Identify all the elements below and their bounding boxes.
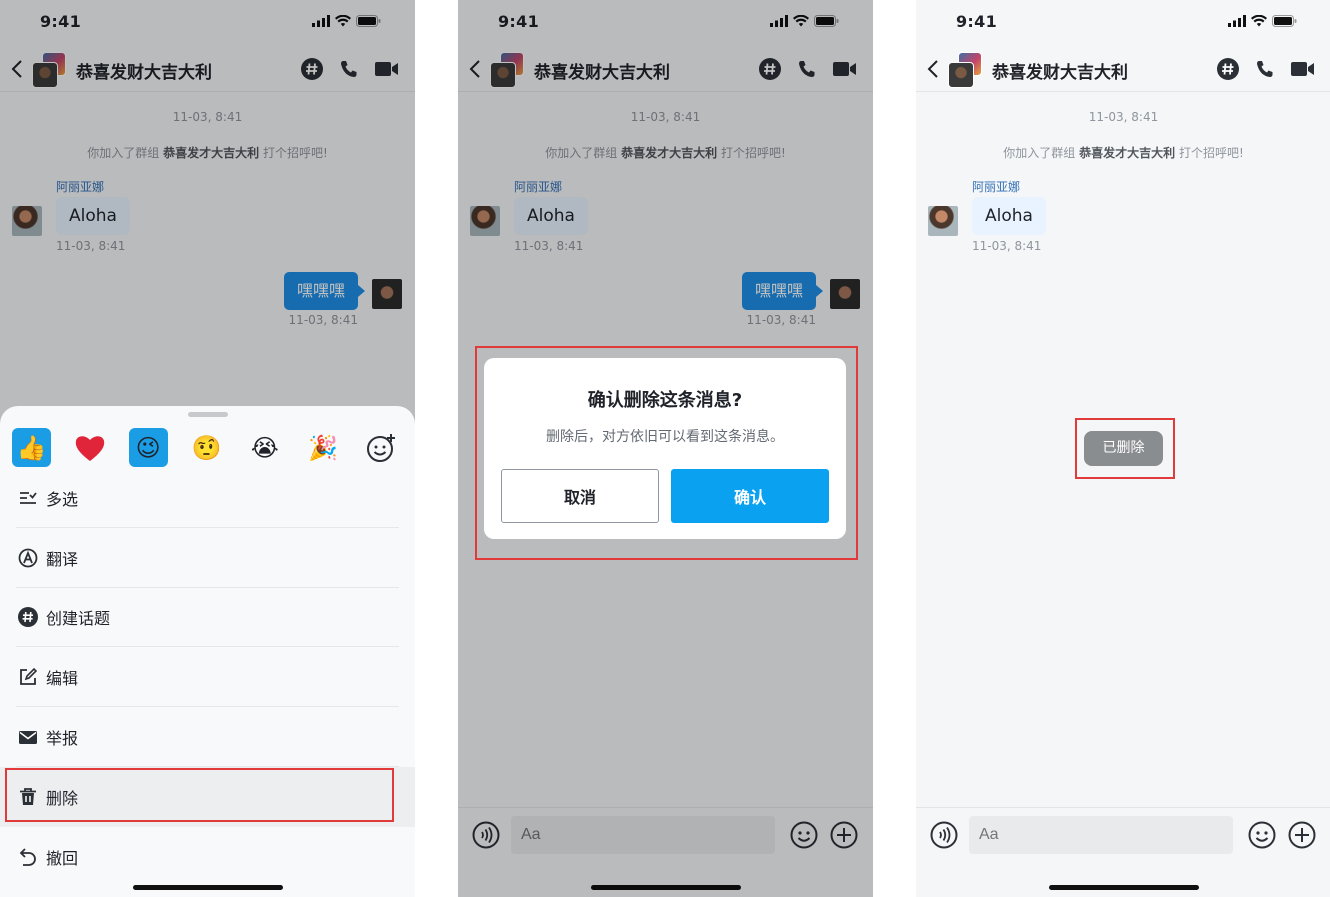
screen-delete-confirm: 9:41 恭喜发财大吉大利 11-03, 8:41 你加入了群组 恭喜发才大吉大… bbox=[458, 0, 873, 897]
screen-message-actions: 9:41 恭喜发财大吉大利 11-03, 8:41 你加入了群组 恭喜发才大吉大… bbox=[0, 0, 415, 897]
timestamp: 11-03, 8:41 bbox=[1088, 110, 1159, 124]
menu-item-edit[interactable]: 编辑 bbox=[0, 647, 415, 708]
home-indicator bbox=[133, 885, 283, 890]
incoming-message[interactable]: Aloha bbox=[972, 197, 1046, 235]
reaction-bar: 👍 😉 🤨 😭 🎉 bbox=[12, 428, 401, 467]
menu-item-create-topic[interactable]: 创建话题 bbox=[0, 588, 415, 648]
multiselect-icon bbox=[20, 491, 37, 504]
raised-eyebrow-face-icon[interactable]: 🤨 bbox=[187, 428, 226, 467]
message-input[interactable] bbox=[969, 816, 1233, 854]
crying-face-icon[interactable]: 😭 bbox=[245, 428, 284, 467]
message-time: 11-03, 8:41 bbox=[972, 239, 1042, 253]
party-popper-icon[interactable]: 🎉 bbox=[304, 428, 343, 467]
group-title[interactable]: 恭喜发财大吉大利 bbox=[992, 58, 1128, 83]
add-reaction-icon[interactable] bbox=[362, 428, 401, 467]
voice-icon[interactable] bbox=[930, 821, 958, 849]
wifi-icon bbox=[1251, 15, 1267, 27]
thumbs-up-icon[interactable]: 👍 bbox=[12, 428, 51, 467]
status-time: 9:41 bbox=[956, 12, 997, 31]
avatar[interactable] bbox=[928, 206, 958, 236]
action-menu: 多选 翻译 创建话题 编辑 举报 删除 撤回 bbox=[0, 468, 415, 887]
menu-item-translate[interactable]: 翻译 bbox=[0, 528, 415, 588]
wink-face-icon[interactable]: 😉 bbox=[128, 428, 168, 467]
recall-icon bbox=[19, 848, 36, 866]
heart-icon[interactable] bbox=[70, 428, 109, 467]
sheet-handle[interactable] bbox=[188, 412, 228, 417]
emoji-icon[interactable] bbox=[1248, 821, 1276, 849]
topic-hash-icon bbox=[18, 607, 38, 628]
highlight-frame bbox=[475, 346, 858, 560]
topic-hash-icon[interactable] bbox=[1217, 58, 1239, 80]
system-message: 你加入了群组 恭喜发才大吉大利 打个招呼吧! bbox=[1003, 146, 1244, 160]
sender-name: 阿丽亚娜 bbox=[972, 180, 1021, 194]
edit-icon bbox=[20, 668, 38, 686]
menu-item-report[interactable]: 举报 bbox=[0, 707, 415, 767]
group-avatar[interactable] bbox=[948, 52, 984, 88]
chat-header: 恭喜发财大吉大利 bbox=[916, 46, 1330, 92]
battery-icon bbox=[1272, 15, 1297, 27]
action-sheet: 👍 😉 🤨 😭 🎉 多选 翻译 创建话题 编辑 举报 删除 撤回 bbox=[0, 406, 415, 897]
signal-icon bbox=[1228, 15, 1246, 27]
highlight-frame bbox=[1075, 418, 1175, 479]
translate-icon bbox=[18, 548, 38, 568]
mail-icon bbox=[19, 731, 37, 745]
composer bbox=[916, 807, 1330, 897]
phone-call-icon[interactable] bbox=[1255, 59, 1275, 79]
plus-icon[interactable] bbox=[1288, 821, 1316, 849]
video-call-icon[interactable] bbox=[1291, 60, 1315, 78]
screen-message-deleted: 9:41 恭喜发财大吉大利 11-03, 8:41 你加入了群组 恭喜发才大吉大… bbox=[916, 0, 1330, 897]
back-icon[interactable] bbox=[926, 59, 940, 79]
menu-item-recall[interactable]: 撤回 bbox=[0, 827, 415, 887]
status-bar: 9:41 bbox=[916, 0, 1330, 46]
home-indicator bbox=[1049, 885, 1199, 890]
menu-item-multiselect[interactable]: 多选 bbox=[0, 468, 415, 528]
highlight-frame bbox=[5, 768, 394, 822]
